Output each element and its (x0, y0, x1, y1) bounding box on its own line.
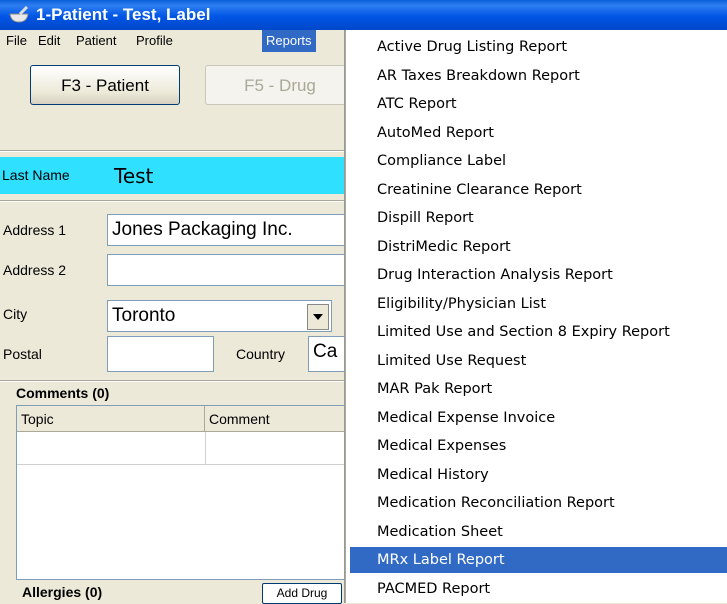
menu-item-medical-expenses[interactable]: Medical Expenses (350, 433, 727, 459)
menu-item-mrx-label-report[interactable]: MRx Label Report (350, 547, 727, 573)
mortar-pestle-icon (9, 6, 29, 23)
divider (0, 150, 345, 152)
menu-item-compliance-label[interactable]: Compliance Label (350, 148, 727, 174)
menu-edit[interactable]: Edit (34, 30, 64, 52)
menu-item-dispill-report[interactable]: Dispill Report (350, 205, 727, 231)
last-name-label: Last Name (2, 167, 70, 183)
column-header-comment[interactable]: Comment (205, 406, 346, 432)
menu-item-limited-use-request[interactable]: Limited Use Request (350, 348, 727, 374)
menu-item-eligibility-physician-list[interactable]: Eligibility/Physician List (350, 291, 727, 317)
address2-label: Address 2 (3, 262, 67, 278)
menu-item-pacmed-report[interactable]: PACMED Report (350, 576, 727, 602)
menu-reports[interactable]: Reports (262, 30, 316, 52)
allergies-bar: Allergies (0) Add Drug (0, 580, 345, 604)
menu-item-medication-reconciliation-report[interactable]: Medication Reconciliation Report (350, 490, 727, 516)
divider (0, 380, 345, 382)
postal-label: Postal (3, 346, 42, 362)
country-select[interactable]: Ca (308, 336, 345, 372)
add-drug-button[interactable]: Add Drug (262, 583, 342, 604)
city-dropdown-button[interactable] (307, 304, 329, 330)
menu-item-drug-interaction-analysis-report[interactable]: Drug Interaction Analysis Report (350, 262, 727, 288)
menu-item-limited-use-and-section-8-expiry-report[interactable]: Limited Use and Section 8 Expiry Report (350, 319, 727, 345)
window-title: 1-Patient - Test, Label (36, 5, 211, 24)
chevron-down-icon (313, 314, 323, 320)
f5-drug-button[interactable]: F5 - Drug (205, 65, 355, 105)
menu-item-creatinine-clearance-report[interactable]: Creatinine Clearance Report (350, 177, 727, 203)
postal-input[interactable] (107, 336, 214, 372)
f3-patient-button[interactable]: F3 - Patient (30, 65, 180, 105)
menu-item-medical-history[interactable]: Medical History (350, 462, 727, 488)
menu-item-atc-report[interactable]: ATC Report (350, 91, 727, 117)
menu-profile[interactable]: Profile (132, 30, 177, 52)
menu-file[interactable]: File (2, 30, 31, 52)
column-divider (205, 432, 206, 464)
menu-item-ar-taxes-breakdown-report[interactable]: AR Taxes Breakdown Report (350, 63, 727, 89)
comments-header: Comments (0) (16, 385, 110, 401)
address1-label: Address 1 (3, 222, 67, 238)
menu-item-distrimedic-report[interactable]: DistriMedic Report (350, 234, 727, 260)
allergies-header: Allergies (0) (22, 584, 103, 600)
menu-item-automed-report[interactable]: AutoMed Report (350, 120, 727, 146)
menu-item-active-drug-listing-report[interactable]: Active Drug Listing Report (350, 34, 727, 60)
address2-input[interactable] (107, 254, 345, 286)
row-divider (17, 464, 344, 465)
menu-item-medical-expense-invoice[interactable]: Medical Expense Invoice (350, 405, 727, 431)
city-select[interactable]: Toronto (107, 300, 332, 332)
reports-dropdown-menu: Active Drug Listing Report AR Taxes Break… (345, 30, 727, 603)
menu-item-mar-pak-report[interactable]: MAR Pak Report (350, 376, 727, 402)
menu-patient[interactable]: Patient (72, 30, 120, 52)
country-label: Country (236, 346, 286, 362)
column-header-topic[interactable]: Topic (17, 406, 205, 432)
address1-input[interactable]: Jones Packaging Inc. (107, 214, 345, 246)
menu-item-medication-sheet[interactable]: Medication Sheet (350, 519, 727, 545)
title-bar: 1-Patient - Test, Label (0, 0, 727, 30)
last-name-input[interactable]: Test (110, 160, 349, 192)
city-label: City (3, 306, 28, 322)
comments-table[interactable]: Topic Comment (16, 405, 346, 580)
divider (0, 200, 345, 202)
